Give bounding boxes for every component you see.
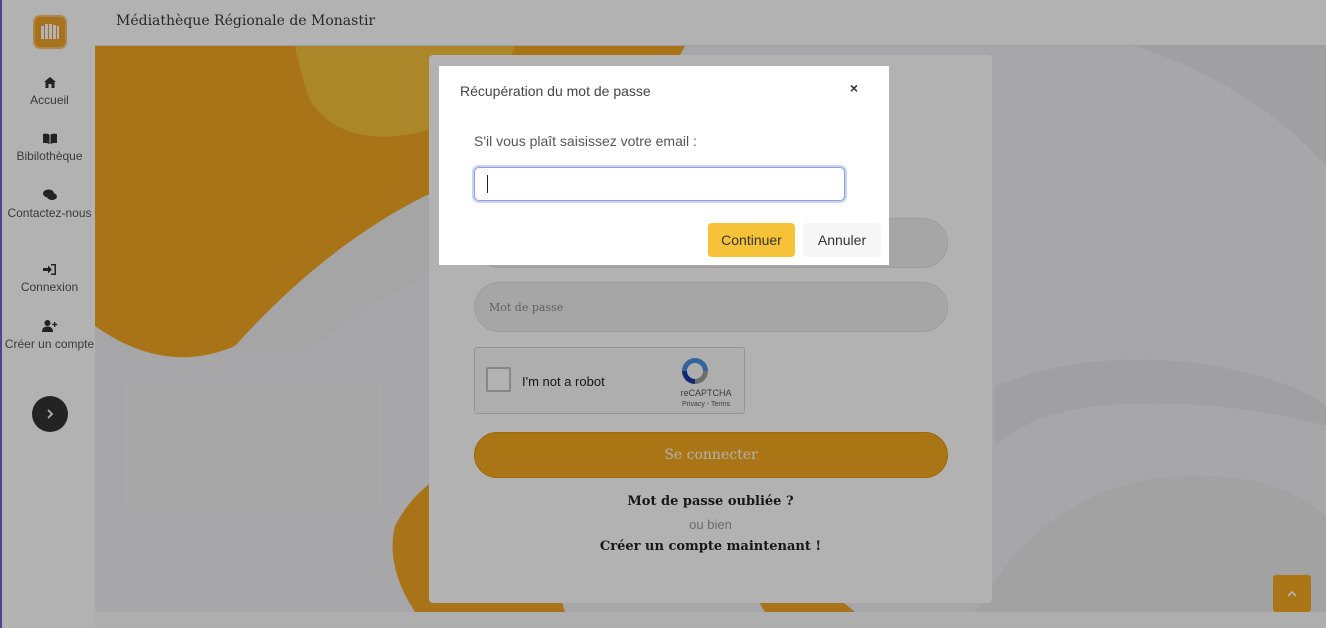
cancel-button[interactable]: Annuler [803,223,881,257]
modal-title: Récupération du mot de passe [460,83,651,99]
close-icon[interactable]: × [847,80,861,96]
email-field[interactable] [474,167,845,201]
continue-button[interactable]: Continuer [708,223,795,257]
email-prompt-label: S'il vous plaît saisissez votre email : [474,133,697,149]
password-recovery-modal: Récupération du mot de passe × S'il vous… [439,66,889,265]
text-caret [487,175,488,193]
